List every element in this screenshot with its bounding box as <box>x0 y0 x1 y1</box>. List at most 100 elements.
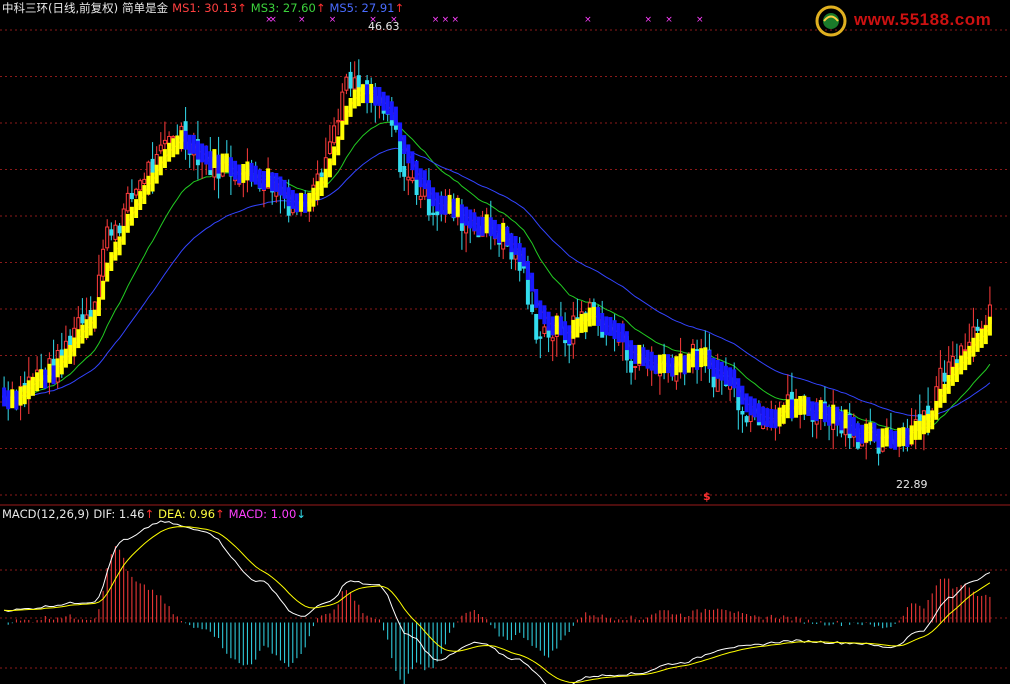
signal-bar <box>748 396 753 416</box>
signal-bar <box>497 224 502 243</box>
signal-bar <box>756 403 761 423</box>
candle-body <box>633 366 638 368</box>
candle-body <box>963 349 968 352</box>
candle-body <box>410 177 415 182</box>
signal-bar <box>719 361 724 381</box>
macd-panel-header: MACD(12,26,9) DIF: 1.46↑ DEA: 0.96↑ MACD: 1… <box>2 507 310 521</box>
macd-title: MACD(12,26,9) <box>2 507 90 521</box>
candle-body <box>134 188 139 196</box>
signal-bar <box>18 386 23 406</box>
candle-body <box>68 335 73 346</box>
signal-bar <box>365 84 370 104</box>
x-marker: × <box>452 15 460 25</box>
signal-bar <box>789 399 794 419</box>
signal-bar <box>930 410 935 430</box>
signal-bar <box>2 387 7 407</box>
signal-bar <box>897 427 902 447</box>
signal-bar <box>348 98 353 117</box>
price-panel-header: 中科三环(日线,前复权) 简单是金 MS1: 30.13↑ MS3: 27.60↑ MS… <box>2 1 408 15</box>
signal-bar <box>195 140 200 160</box>
signal-bar <box>117 236 122 256</box>
signal-bar <box>290 190 295 209</box>
signal-bar <box>183 130 188 150</box>
signal-bar <box>129 206 134 226</box>
stock-chart[interactable]: ×× × × × × × × × × × × × 46.63 22.89 $ <box>0 0 1010 684</box>
candle-body <box>162 139 167 145</box>
signal-bar <box>455 197 460 217</box>
signal-bar <box>814 402 819 422</box>
signal-bar <box>954 363 959 382</box>
candle-body <box>538 336 543 339</box>
signal-bar <box>270 172 275 192</box>
signal-bar <box>608 317 613 336</box>
signal-bar <box>167 142 172 162</box>
signal-bar <box>200 143 205 163</box>
signal-bar <box>847 414 852 434</box>
candle-body <box>550 337 555 342</box>
signal-bar <box>563 321 568 341</box>
signal-bar <box>987 316 992 336</box>
candle-body <box>340 91 345 122</box>
signal-bar <box>587 307 592 327</box>
signal-bar <box>439 195 444 215</box>
indicator-name: 简单是金 <box>122 1 169 15</box>
signal-bar <box>670 357 675 377</box>
x-marker: × <box>432 15 440 25</box>
signal-bar <box>76 329 81 349</box>
signal-bar <box>583 313 588 333</box>
signal-bar <box>138 191 143 210</box>
signal-bar <box>567 325 572 345</box>
signal-bar <box>785 399 790 419</box>
signal-bar <box>711 357 716 377</box>
signal-bar <box>80 324 85 344</box>
signal-bar <box>158 156 163 176</box>
signal-bar <box>905 428 910 447</box>
candle-body <box>431 212 436 215</box>
signal-bar <box>831 404 836 424</box>
signal-bar <box>777 407 782 427</box>
signal-bar <box>860 424 865 444</box>
signal-bar <box>505 226 510 246</box>
signal-bar <box>501 222 506 242</box>
signal-bar <box>187 134 192 154</box>
signal-bar <box>402 135 407 154</box>
candle-body <box>138 180 143 191</box>
site-logo[interactable]: www.55188.com <box>814 4 1006 38</box>
signal-bar <box>476 216 481 236</box>
signal-bar <box>967 345 972 365</box>
signal-bar <box>695 351 700 370</box>
x-marker: × <box>269 15 277 25</box>
signal-bar <box>72 337 77 357</box>
signal-bar <box>629 340 634 360</box>
candle-body <box>105 226 110 249</box>
price-annotations: 46.63 22.89 $ <box>368 20 928 503</box>
signal-bar <box>30 376 35 396</box>
signal-bar <box>707 350 712 370</box>
signal-bar <box>678 353 683 373</box>
signal-bar <box>228 157 233 177</box>
up-arrow-icon: ↑ <box>315 1 326 15</box>
ms1-line <box>3 92 991 441</box>
signal-bar <box>802 395 807 415</box>
candle-body <box>142 178 147 184</box>
candle-body <box>938 367 943 392</box>
signal-bar <box>96 297 101 316</box>
signal-bar <box>525 261 530 280</box>
signal-bar <box>818 400 823 419</box>
signal-bar <box>282 179 287 199</box>
signal-bar <box>538 300 543 320</box>
candle-body <box>975 326 980 331</box>
signal-bar <box>43 369 48 389</box>
signal-bar <box>550 316 555 336</box>
signal-bar <box>600 313 605 332</box>
up-arrow-icon: ↑ <box>237 1 247 15</box>
x-marker: × <box>696 15 704 25</box>
dollar-signal-mark: $ <box>703 490 711 503</box>
signal-bar <box>179 130 184 150</box>
signal-bar <box>142 185 147 204</box>
signal-bar <box>146 175 151 195</box>
candle-body <box>80 314 85 324</box>
candle-body <box>171 136 176 139</box>
signal-bar <box>237 164 242 184</box>
signal-bar <box>554 315 559 335</box>
